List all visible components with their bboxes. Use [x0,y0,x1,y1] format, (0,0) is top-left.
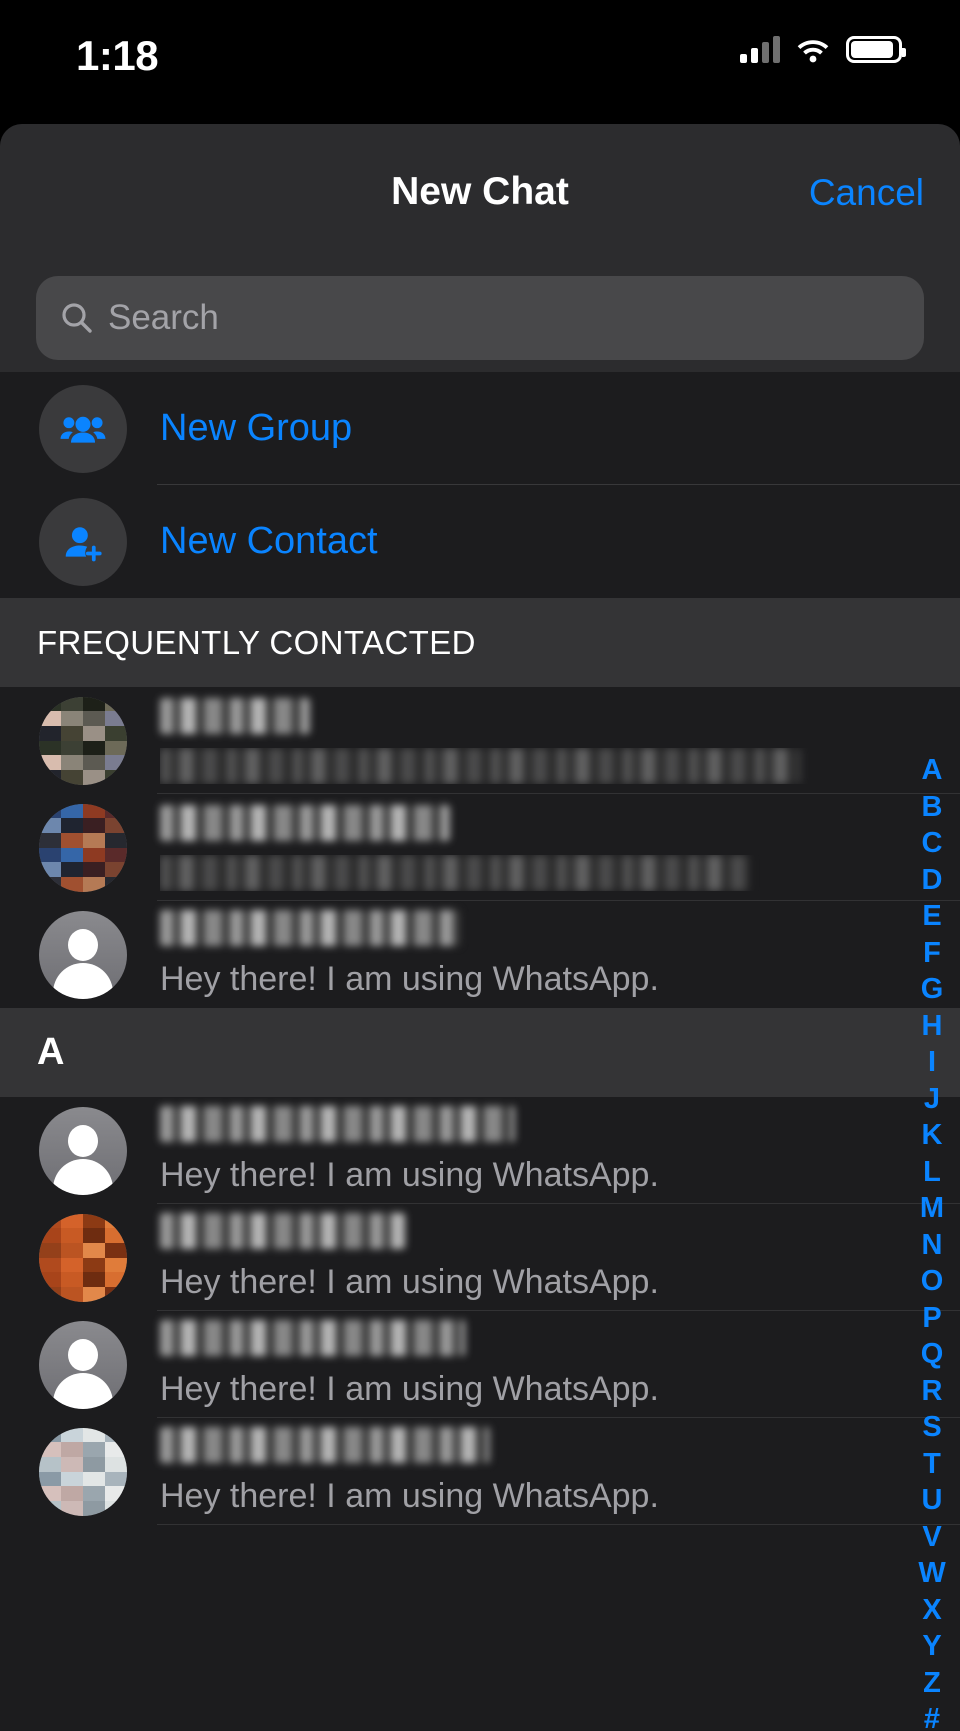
new-contact-label: New Contact [160,520,378,562]
index-letter-f[interactable]: F [923,935,941,972]
contact-name-redacted [160,1320,960,1362]
cancel-button[interactable]: Cancel [809,172,924,214]
section-header-a: A [0,1008,960,1097]
index-letter-i[interactable]: I [928,1044,936,1081]
contact-info: Hey there! I am using WhatsApp. [160,1320,960,1409]
index-letter-g[interactable]: G [921,971,944,1008]
index-letter-y[interactable]: Y [922,1628,941,1665]
index-letter-z[interactable]: Z [923,1665,941,1702]
index-letter-r[interactable]: R [922,1373,943,1410]
index-letter-j[interactable]: J [924,1081,940,1118]
status-bar-indicators [740,35,906,63]
index-letter-d[interactable]: D [922,862,943,899]
avatar [39,1106,127,1195]
contact-status: Hey there! I am using WhatsApp. [160,1477,659,1515]
frequently-contacted-list: Hey there! I am using WhatsApp. [0,687,960,1008]
avatar [39,803,127,892]
index-letter-c[interactable]: C [922,825,943,862]
status-bar-time: 1:18 [76,32,159,79]
index-letter-u[interactable]: U [922,1482,943,1519]
index-letter-p[interactable]: P [922,1300,941,1337]
contact-status-redacted [160,747,960,784]
contact-status-redacted [160,854,960,891]
index-letter-e[interactable]: E [922,898,941,935]
contact-info: Hey there! I am using WhatsApp. [160,1427,960,1516]
avatar [39,1213,127,1302]
avatar [39,1427,127,1516]
new-chat-sheet: New Chat Cancel Search New Group New Con… [0,124,960,1731]
contact-info [160,697,960,784]
sheet-navigation-bar: New Chat Cancel Search [0,124,960,372]
index-letter-h[interactable]: H [922,1008,943,1045]
search-placeholder: Search [108,298,219,337]
index-letter-n[interactable]: N [922,1227,943,1264]
status-bar: 1:18 [0,0,960,124]
contact-info: Hey there! I am using WhatsApp. [160,1106,960,1195]
contact-name-redacted [160,804,960,847]
wifi-icon [797,39,829,62]
index-letter-hash[interactable]: # [924,1701,940,1731]
contact-status: Hey there! I am using WhatsApp. [160,960,659,998]
avatar [39,1320,127,1409]
contact-row[interactable]: Hey there! I am using WhatsApp. [0,1418,960,1525]
search-input[interactable]: Search [36,276,924,360]
contact-row[interactable] [0,687,960,794]
index-letter-l[interactable]: L [923,1154,941,1191]
alphabet-index-bar[interactable]: A B C D E F G H I J K L M N O P Q R S T U V W X Y Z # [912,752,952,1731]
contacts-list-a: Hey there! I am using WhatsApp. Hey ther… [0,1097,960,1525]
section-header-frequently-contacted: FREQUENTLY CONTACTED [0,598,960,687]
contact-row[interactable]: Hey there! I am using WhatsApp. [0,1311,960,1418]
contact-row[interactable]: Hey there! I am using WhatsApp. [0,1097,960,1204]
index-letter-x[interactable]: X [922,1592,941,1629]
battery-icon [846,36,906,63]
quick-actions-list: New Group New Contact [0,372,960,598]
contact-row[interactable]: Hey there! I am using WhatsApp. [0,901,960,1008]
contact-name-redacted [160,910,960,952]
row-separator [157,1524,960,1525]
contact-row[interactable] [0,794,960,901]
index-letter-m[interactable]: M [920,1190,944,1227]
contact-info: Hey there! I am using WhatsApp. [160,1213,960,1302]
contact-info [160,804,960,891]
index-letter-a[interactable]: A [922,752,943,789]
contact-status: Hey there! I am using WhatsApp. [160,1370,659,1408]
new-group-row[interactable]: New Group [0,372,960,485]
contact-name-redacted [160,1106,960,1148]
group-people-icon [39,384,127,473]
contact-row[interactable]: Hey there! I am using WhatsApp. [0,1204,960,1311]
person-add-icon [39,497,127,586]
index-letter-q[interactable]: Q [921,1336,944,1373]
contact-name-redacted [160,697,960,740]
index-letter-b[interactable]: B [922,789,943,826]
contact-status: Hey there! I am using WhatsApp. [160,1263,659,1301]
search-icon [62,303,92,333]
new-contact-row[interactable]: New Contact [0,485,960,598]
avatar [39,696,127,785]
contact-info: Hey there! I am using WhatsApp. [160,910,960,999]
index-letter-w[interactable]: W [918,1555,945,1592]
contact-name-redacted [160,1427,960,1469]
index-letter-t[interactable]: T [923,1446,941,1483]
index-letter-s[interactable]: S [922,1409,941,1446]
new-group-label: New Group [160,407,353,449]
avatar [39,910,127,999]
index-letter-v[interactable]: V [922,1519,941,1556]
contact-name-redacted [160,1213,960,1255]
index-letter-o[interactable]: O [921,1263,944,1300]
contact-status: Hey there! I am using WhatsApp. [160,1156,659,1194]
signal-bars-icon [740,35,780,63]
index-letter-k[interactable]: K [922,1117,943,1154]
